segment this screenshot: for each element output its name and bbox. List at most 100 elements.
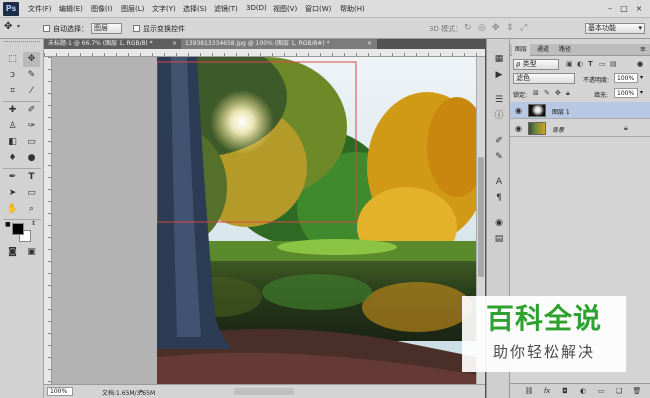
tab-layers[interactable]: 图层	[512, 44, 531, 56]
filter-kind-dropdown[interactable]: ρ 类型	[513, 59, 559, 70]
menu-select[interactable]: 选择(S)	[183, 4, 207, 14]
pen-tool-icon[interactable]: ✒	[4, 170, 21, 185]
lock-all-icon[interactable]: 🔒︎	[566, 89, 570, 98]
path-select-tool-icon[interactable]: ➤	[4, 186, 21, 201]
actions-panel-icon[interactable]: ▶	[492, 69, 506, 81]
brush-tool-icon[interactable]: ✐	[23, 103, 40, 118]
zoom-level-field[interactable]: 100%	[47, 387, 73, 396]
character-panel-icon[interactable]: A	[492, 176, 506, 188]
filter-adjust-icon[interactable]: ◐	[577, 60, 583, 68]
canvas-area[interactable]	[52, 57, 476, 384]
maximize-icon[interactable]: □	[618, 3, 630, 14]
move-tool-icon[interactable]: ✥	[23, 52, 40, 67]
type-tool-icon[interactable]: T	[23, 170, 40, 185]
3d-slide-icon[interactable]: ⇕	[506, 23, 514, 33]
opacity-field[interactable]: 100%	[614, 73, 638, 83]
fill-field[interactable]: 100%	[614, 88, 638, 98]
auto-select-dropdown[interactable]: 图层	[91, 23, 122, 34]
menu-type[interactable]: 文字(Y)	[152, 4, 176, 14]
dodge-tool-icon[interactable]: ●	[23, 151, 40, 166]
filter-smart-icon[interactable]: ▤	[610, 60, 617, 68]
brush-panel-icon[interactable]: ✐	[492, 135, 506, 147]
paragraph-panel-icon[interactable]: ¶	[492, 192, 506, 204]
menu-view[interactable]: 视图(V)	[273, 4, 297, 14]
eyedropper-tool-icon[interactable]: ⁄	[23, 84, 40, 99]
menu-layer[interactable]: 图层(L)	[121, 4, 144, 14]
add-mask-icon[interactable]: ◘	[560, 386, 570, 396]
swap-colors-icon[interactable]: ↕	[31, 220, 36, 227]
eraser-tool-icon[interactable]: ◧	[4, 135, 21, 150]
blend-mode-dropdown[interactable]: 滤色	[513, 73, 575, 84]
quick-select-tool-icon[interactable]: ✎	[23, 68, 40, 83]
status-menu-icon[interactable]: ▸	[140, 387, 144, 395]
3d-rotate-icon[interactable]: ↻	[464, 23, 472, 33]
menu-image[interactable]: 图像(I)	[91, 4, 113, 14]
hand-tool-icon[interactable]: ✋	[4, 202, 21, 217]
menu-help[interactable]: 帮助(H)	[340, 4, 365, 14]
tab-1393813334658-jpg[interactable]: 1393813334658.jpg @ 100% (图层 1, RGB/8#) …	[181, 39, 377, 49]
document-size-info[interactable]: 文档:1.65M/3.65M	[102, 388, 155, 397]
close-tab-icon[interactable]: ×	[172, 40, 177, 47]
adjustment-layer-icon[interactable]: ◐	[578, 386, 588, 396]
layer-name[interactable]: 图层 1	[552, 107, 570, 116]
foreground-color-swatch[interactable]	[12, 223, 24, 235]
filter-pixel-icon[interactable]: ▣	[566, 60, 573, 68]
close-tab-icon[interactable]: ×	[367, 40, 372, 47]
autumn-lake-photo[interactable]	[157, 57, 476, 384]
properties-panel-icon[interactable]: ☰	[492, 94, 506, 106]
link-layers-icon[interactable]: ⛓	[524, 386, 534, 396]
default-colors-icon[interactable]: ■	[5, 221, 11, 228]
tab-channels[interactable]: 通道	[534, 44, 552, 56]
horizontal-scrollbar-thumb[interactable]	[234, 388, 294, 395]
new-layer-icon[interactable]: ❏	[614, 386, 624, 396]
auto-select-checkbox[interactable]	[43, 25, 50, 32]
history-brush-tool-icon[interactable]: ✑	[23, 119, 40, 134]
move-tool-icon[interactable]: ✥	[4, 21, 12, 32]
lasso-tool-icon[interactable]: ↄ	[4, 68, 21, 83]
3d-scale-icon[interactable]: ⤢	[520, 23, 527, 33]
3d-roll-icon[interactable]: ◎	[478, 23, 486, 33]
visibility-eye-icon[interactable]: ◉	[514, 124, 523, 133]
minimize-icon[interactable]: –	[604, 3, 616, 14]
close-icon[interactable]: ×	[633, 3, 645, 14]
layer-name[interactable]: 背景	[552, 125, 564, 134]
delete-layer-icon[interactable]: 🗑︎	[632, 386, 642, 396]
crop-tool-icon[interactable]: ⌗	[4, 84, 21, 99]
zoom-tool-icon[interactable]: ⌕	[23, 202, 40, 217]
layer-row-background[interactable]: ◉ 背景 🔒︎	[510, 120, 650, 137]
toolbox-grip[interactable]	[4, 41, 40, 44]
opacity-slider-icon[interactable]: ▾	[640, 74, 643, 81]
marquee-tool-icon[interactable]: ⬚	[4, 52, 21, 67]
workspace-dropdown[interactable]: 基本功能 ▾	[585, 23, 645, 34]
menu-3d[interactable]: 3D(D)	[246, 4, 267, 12]
scrollbar-thumb[interactable]	[478, 157, 484, 277]
clone-stamp-tool-icon[interactable]: ♙	[4, 119, 21, 134]
fill-slider-icon[interactable]: ▾	[640, 89, 643, 96]
layer-row-layer-1[interactable]: ◉ 图层 1	[510, 102, 650, 119]
3d-pan-icon[interactable]: ✥	[492, 23, 500, 33]
tool-preset-dropdown-icon[interactable]: ▾	[17, 23, 20, 30]
rectangle-tool-icon[interactable]: ▭	[23, 186, 40, 201]
show-transform-checkbox[interactable]	[133, 25, 140, 32]
brush-presets-icon[interactable]: ✎	[492, 151, 506, 163]
panel-menu-icon[interactable]: ≡	[640, 45, 646, 53]
menu-filter[interactable]: 滤镜(T)	[214, 4, 238, 14]
filter-toggle-icon[interactable]: ●	[637, 60, 643, 68]
tab-paths[interactable]: 路径	[556, 44, 574, 56]
menu-edit[interactable]: 编辑(E)	[59, 4, 83, 14]
lock-pixels-icon[interactable]: ✎	[544, 89, 550, 97]
lock-transparent-icon[interactable]: ⊠	[533, 89, 539, 97]
filter-shape-icon[interactable]: ▭	[599, 60, 606, 68]
screen-mode-icon[interactable]: ▣	[23, 245, 40, 260]
gradient-tool-icon[interactable]: ▭	[23, 135, 40, 150]
visibility-eye-icon[interactable]: ◉	[514, 106, 523, 115]
tab-untitled-1[interactable]: 未标题-1 @ 66.7% (图层 1, RGB/8) *	[44, 39, 190, 49]
swatches-panel-icon[interactable]: ▤	[492, 233, 506, 245]
new-group-icon[interactable]: ▭	[596, 386, 606, 396]
history-panel-icon[interactable]: ▦	[492, 53, 506, 65]
info-panel-icon[interactable]: ⓘ	[492, 110, 506, 122]
quick-mask-icon[interactable]: ◙	[4, 245, 21, 260]
menu-window[interactable]: 窗口(W)	[305, 4, 331, 14]
layer-style-icon[interactable]: fx	[542, 386, 552, 396]
blur-tool-icon[interactable]: ♦	[4, 151, 21, 166]
